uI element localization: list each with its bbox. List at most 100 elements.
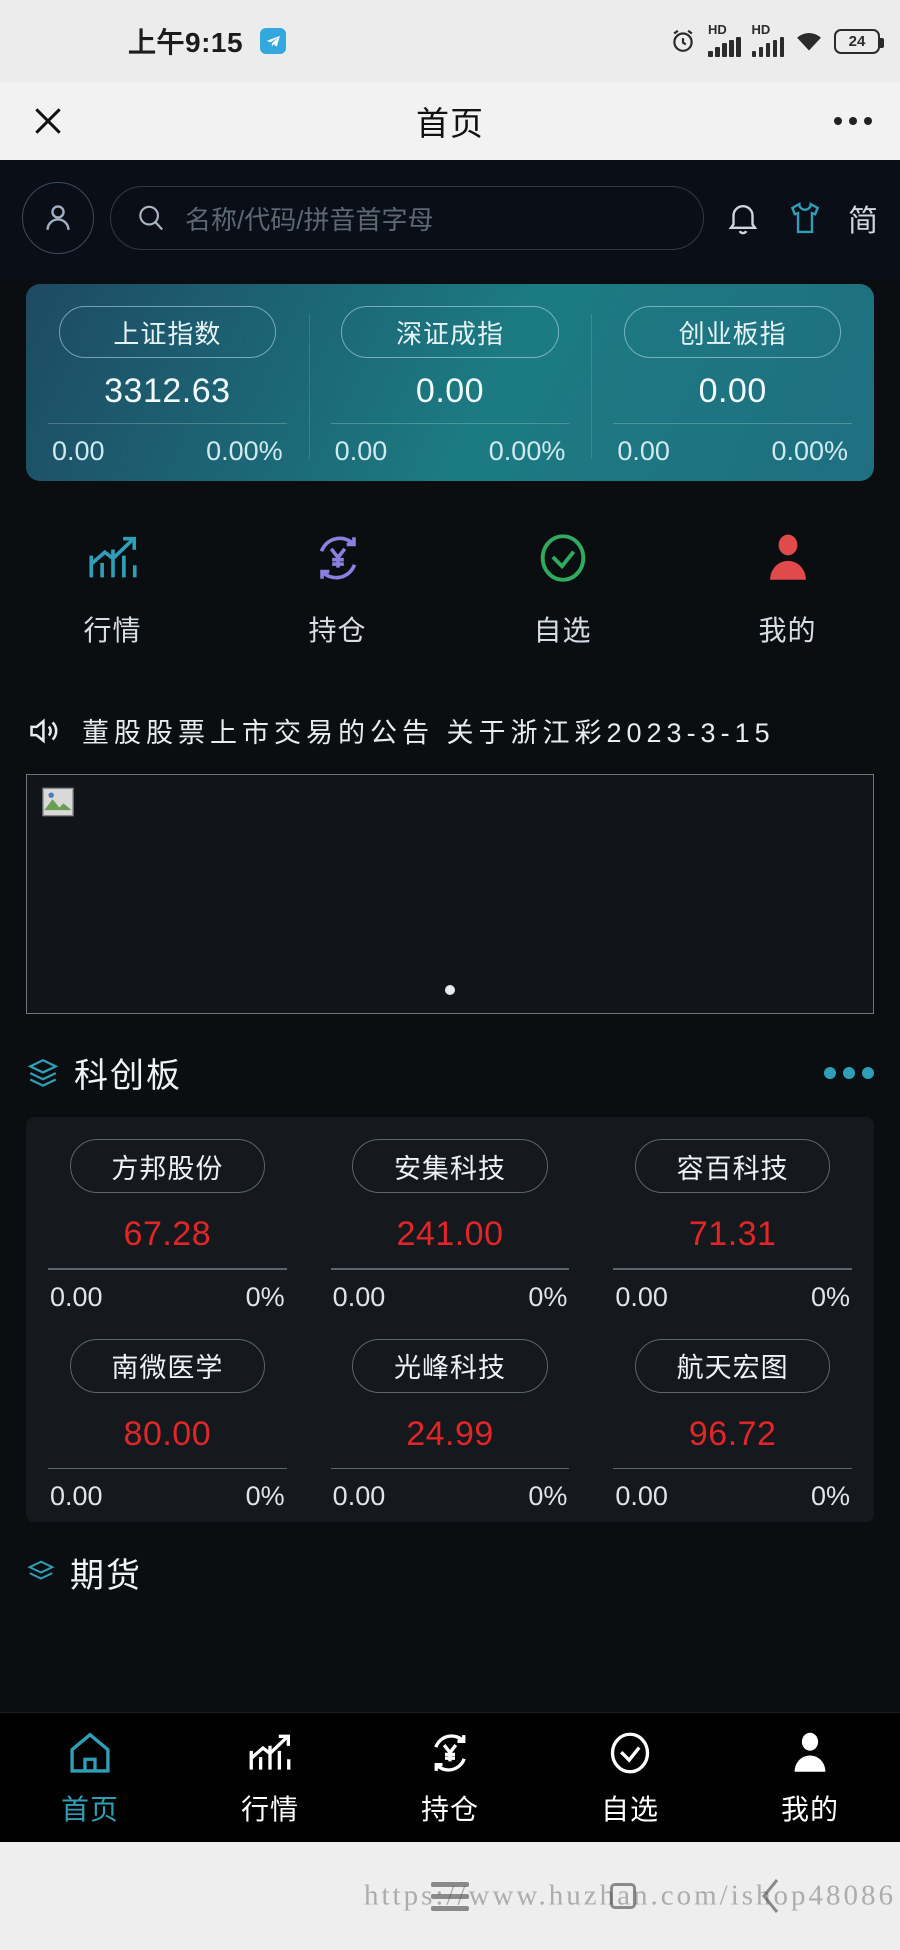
tab-label: 首页 <box>60 1793 119 1825</box>
more-options-icon[interactable] <box>834 117 872 125</box>
search-icon <box>139 205 163 231</box>
stock-cell[interactable]: 南微医学 80.00 0.00 0% <box>26 1338 309 1513</box>
news-ticker[interactable]: 董股股票上市交易的公告 关于浙江彩2023-3-15 <box>0 689 900 766</box>
signal-bars-1 <box>708 37 741 57</box>
alarm-icon <box>673 29 693 52</box>
stock-change: 0.00 <box>615 1281 668 1312</box>
back-icon <box>762 1879 779 1913</box>
wifi-icon <box>797 32 821 51</box>
hd-label-2: HD <box>751 22 771 37</box>
home-icon <box>70 1731 110 1773</box>
stock-change-pct: 0% <box>245 1281 285 1312</box>
index-name: 创业板指 <box>624 306 842 358</box>
index-change-pct: 0.00% <box>206 436 283 466</box>
square-icon[interactable] <box>610 1883 636 1909</box>
stock-cell[interactable]: 容百科技 71.31 0.00 0% <box>591 1139 874 1313</box>
stock-change-row: 0.00 0% <box>607 1270 858 1313</box>
index-grid: 上证指数 3312.63 0.00 0.00% 深证成指 0.00 0.00 0… <box>26 306 874 467</box>
stock-change: 0.00 <box>332 1281 386 1312</box>
index-name: 深证成指 <box>341 306 559 358</box>
more-dots-icon[interactable] <box>824 1066 874 1079</box>
battery-indicator: 24 <box>834 28 884 54</box>
tab-holdings[interactable]: 持仓 <box>360 1728 540 1828</box>
stock-price: 24.99 <box>406 1414 494 1453</box>
stock-change-pct: 0% <box>528 1481 568 1511</box>
index-change: 0.00 <box>334 436 388 466</box>
index-value: 0.00 <box>698 372 767 410</box>
language-toggle[interactable]: 简 <box>844 196 878 240</box>
stock-price: 96.72 <box>688 1414 777 1453</box>
index-value: 0.00 <box>415 372 485 410</box>
stock-name: 航天宏图 <box>634 1338 831 1393</box>
stock-cell[interactable]: 安集科技 241.00 0.00 0% <box>309 1139 592 1313</box>
signal-1: HD <box>708 22 741 57</box>
telegram-icon <box>260 28 286 54</box>
layers-icon <box>27 1560 55 1580</box>
index-change-pct: 0.00% <box>771 436 849 466</box>
tab-label: 行情 <box>240 1793 299 1825</box>
stock-name: 光峰科技 <box>352 1338 548 1393</box>
quick-action-watchlist[interactable]: 自选 <box>450 529 675 649</box>
speaker-icon <box>30 717 58 744</box>
index-name: 上证指数 <box>58 306 276 358</box>
stock-price: 80.00 <box>123 1414 212 1453</box>
stock-change: 0.00 <box>332 1481 386 1511</box>
index-change: 0.00 <box>617 436 670 466</box>
search-input[interactable]: 名称/代码/拼音首字母 <box>110 186 704 250</box>
stock-change: 0.00 <box>615 1481 668 1511</box>
check-circle-icon <box>540 534 585 582</box>
section-header-futures[interactable]: 期货 <box>0 1522 900 1597</box>
stock-change-row: 0.00 0% <box>607 1469 858 1512</box>
tab-watchlist[interactable]: 自选 <box>540 1728 720 1828</box>
quick-action-mine[interactable]: 我的 <box>675 529 900 649</box>
index-item[interactable]: 深证成指 0.00 0.00 0.00% <box>308 306 592 467</box>
banner-carousel[interactable] <box>26 774 874 1014</box>
bell-icon[interactable] <box>720 199 766 237</box>
tab-label: 我的 <box>780 1793 839 1825</box>
index-item[interactable]: 上证指数 3312.63 0.00 0.00% <box>26 306 309 467</box>
stock-cell[interactable]: 航天宏图 96.72 0.00 0% <box>591 1338 874 1513</box>
stock-change: 0.00 <box>50 1281 103 1312</box>
index-item[interactable]: 创业板指 0.00 0.00 0.00% <box>591 306 874 467</box>
broken-image-icon <box>42 787 74 817</box>
stock-change-pct: 0% <box>528 1281 568 1312</box>
quick-action-holdings[interactable]: 持仓 <box>225 529 450 649</box>
close-icon[interactable] <box>26 99 70 143</box>
section-title: 科创板 <box>74 1057 182 1095</box>
table-row: 方邦股份 67.28 0.00 0% 安集科技 241.00 0.00 0% 容… <box>26 1139 874 1313</box>
stock-grid: 方邦股份 67.28 0.00 0% 安集科技 241.00 0.00 0% 容… <box>26 1117 874 1522</box>
quick-action-label: 行情 <box>83 615 142 646</box>
stock-cell[interactable]: 光峰科技 24.99 0.00 0% <box>309 1338 592 1513</box>
stock-change-pct: 0% <box>245 1481 285 1511</box>
android-nav-bar: https://www.huzhan.com/ishop48086 <box>0 1842 900 1950</box>
index-value: 3312.63 <box>104 372 231 410</box>
phone-screen: 上午9:15 HD HD 24 首页 名称/代码/拼音首字母 简 上证指数 33… <box>0 0 900 1950</box>
bottom-tab-bar: 首页 行情 持仓 自选 我的 <box>0 1712 900 1842</box>
menu-icon[interactable] <box>431 1881 469 1911</box>
index-change-row: 0.00 0.00% <box>321 424 580 467</box>
quick-action-market[interactable]: 行情 <box>0 529 225 649</box>
stock-price: 67.28 <box>123 1215 212 1253</box>
table-row: 南微医学 80.00 0.00 0% 光峰科技 24.99 0.00 0% 航天… <box>26 1338 874 1513</box>
battery-percent: 24 <box>848 32 866 50</box>
stock-cell[interactable]: 方邦股份 67.28 0.00 0% <box>26 1139 309 1313</box>
status-icons: HD HD 24 <box>669 22 884 57</box>
section-header-star-market: 科创板 <box>0 1014 900 1103</box>
tab-mine[interactable]: 我的 <box>720 1728 900 1828</box>
stock-change-row: 0.00 0% <box>42 1270 293 1313</box>
search-row: 名称/代码/拼音首字母 简 <box>0 160 900 280</box>
shirt-icon[interactable] <box>782 199 828 237</box>
section-title-next: 期货 <box>70 1557 142 1595</box>
yuan-refresh-icon <box>319 536 356 580</box>
news-text: 董股股票上市交易的公告 关于浙江彩2023-3-15 <box>82 718 775 748</box>
carousel-dot[interactable] <box>445 985 455 995</box>
tab-label: 自选 <box>600 1793 659 1825</box>
tab-market[interactable]: 行情 <box>180 1728 360 1828</box>
stock-change: 0.00 <box>50 1481 103 1511</box>
stock-change-row: 0.00 0% <box>325 1270 576 1313</box>
hd-label-1: HD <box>708 22 727 37</box>
tab-home[interactable]: 首页 <box>0 1728 180 1828</box>
user-person-icon <box>794 1732 826 1772</box>
quick-action-label: 持仓 <box>308 615 367 646</box>
user-avatar-icon[interactable] <box>22 182 94 254</box>
